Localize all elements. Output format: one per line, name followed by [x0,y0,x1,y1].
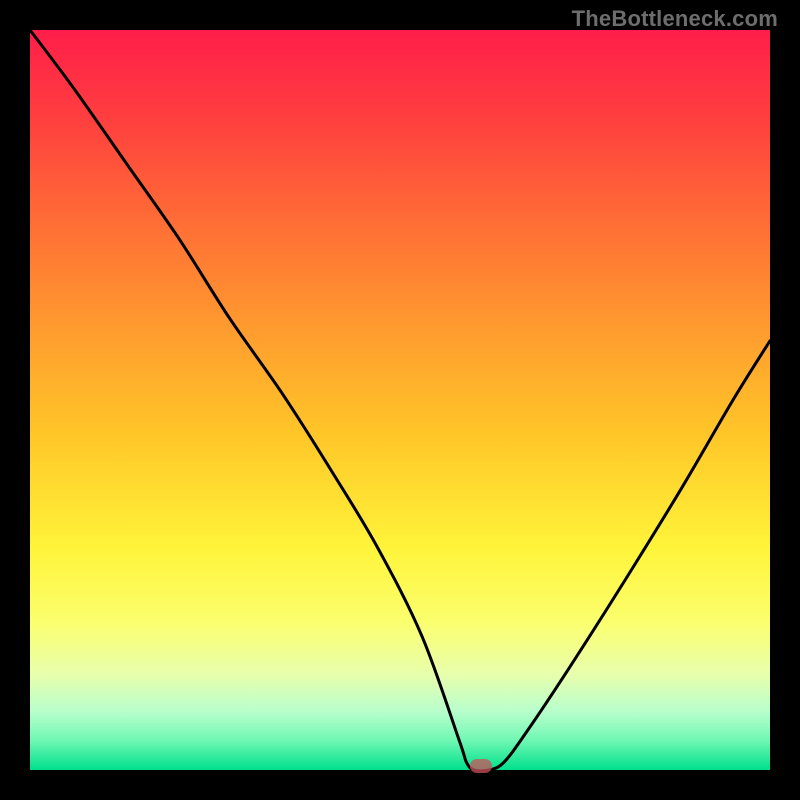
watermark-text: TheBottleneck.com [572,6,778,32]
chart-frame: TheBottleneck.com [0,0,800,800]
optimal-point-marker [470,759,492,773]
bottleneck-curve [30,30,770,770]
plot-area [30,30,770,770]
curve-svg [30,30,770,770]
